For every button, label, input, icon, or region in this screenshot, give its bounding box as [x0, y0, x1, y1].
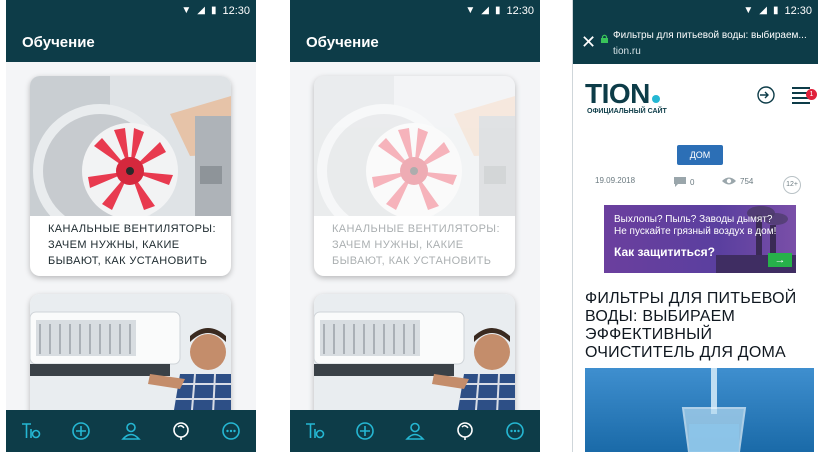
browser-page-title: Фильтры для питьевой воды: выбираем... [613, 30, 807, 41]
nav-products-button[interactable] [300, 416, 330, 446]
add-icon [356, 422, 374, 440]
nav-more-button[interactable] [216, 416, 246, 446]
status-bar: ▼ ◢ ▮ 12:30 [573, 0, 818, 22]
article-card[interactable] [30, 294, 231, 424]
wifi-icon: ▼ [181, 5, 192, 16]
article-card[interactable] [314, 294, 515, 424]
browser-screen: ▼ ◢ ▮ 12:30 ✕ Фильтры для питьевой воды:… [572, 0, 818, 452]
banner-cta: Как защититься? [614, 245, 715, 259]
air-conditioner-image [314, 294, 515, 424]
wifi-icon: ▼ [743, 5, 754, 16]
views-text: 754 [740, 176, 754, 186]
battery-icon: ▮ [210, 5, 217, 16]
signal-icon: ◢ [759, 5, 767, 16]
products-icon [306, 423, 325, 439]
article-title: ФИЛЬТРЫ ДЛЯ ПИТЬЕВОЙ ВОДЫ: ВЫБИРАЕМ ЭФФЕ… [585, 290, 797, 361]
banner-text: Выхлопы? Пыль? Заводы дымят? Не пускайте … [614, 214, 777, 237]
nav-tips-button[interactable] [166, 416, 196, 446]
age-rating-text: 12+ [783, 176, 801, 194]
card-title: КАНАЛЬНЫЕ ВЕНТИЛЯТОРЫ: ЗАЧЕМ НУЖНЫ, КАКИ… [48, 223, 216, 267]
air-conditioner-image [30, 294, 231, 424]
more-icon [506, 422, 524, 440]
app-screen-1: ▼ ◢ ▮ 12:30 Обучение КАНАЛЬНЫЕ ВЕНТИЛЯТО… [6, 0, 256, 452]
wifi-icon: ▼ [465, 5, 476, 16]
status-time: 12:30 [222, 5, 250, 17]
water-glass-image [585, 368, 814, 452]
nav-add-button[interactable] [66, 416, 96, 446]
bottom-navigation [290, 410, 540, 452]
more-icon [222, 422, 240, 440]
age-rating: 12+ [783, 176, 801, 194]
nav-add-button[interactable] [350, 416, 380, 446]
article-date: 19.09.2018 [595, 176, 635, 185]
close-icon[interactable]: ✕ [581, 32, 596, 52]
lock-icon [601, 34, 608, 43]
status-time: 12:30 [506, 5, 534, 17]
nav-products-button[interactable] [16, 416, 46, 446]
logo-text: TION [585, 78, 650, 109]
battery-icon: ▮ [772, 5, 779, 16]
page-title: Обучение [22, 33, 95, 51]
bottom-navigation [6, 410, 256, 452]
products-icon [22, 423, 41, 439]
tips-icon [457, 422, 473, 440]
status-bar: ▼ ◢ ▮ 12:30 [6, 0, 256, 22]
app-bar: Обучение [290, 22, 540, 62]
profile-icon [405, 422, 425, 440]
nav-tips-button[interactable] [450, 416, 480, 446]
nav-profile-button[interactable] [116, 416, 146, 446]
browser-url: tion.ru [613, 46, 641, 57]
logo-dot-icon [651, 95, 660, 103]
app-screen-2: ▼ ◢ ▮ 12:30 Обучение КАНАЛЬНЫЕ ВЕНТИЛЯТО… [290, 0, 540, 452]
comments-count[interactable]: 0 [673, 176, 694, 188]
fan-image [30, 76, 231, 216]
profile-icon [121, 422, 141, 440]
article-card[interactable]: КАНАЛЬНЫЕ ВЕНТИЛЯТОРЫ: ЗАЧЕМ НУЖНЫ, КАКИ… [30, 76, 231, 276]
article-list[interactable]: КАНАЛЬНЫЕ ВЕНТИЛЯТОРЫ: ЗАЧЕМ НУЖНЫ, КАКИ… [290, 62, 540, 424]
card-title: КАНАЛЬНЫЕ ВЕНТИЛЯТОРЫ: ЗАЧЕМ НУЖНЫ, КАКИ… [332, 223, 500, 267]
article-list[interactable]: КАНАЛЬНЫЕ ВЕНТИЛЯТОРЫ: ЗАЧЕМ НУЖНЫ, КАКИ… [6, 62, 256, 424]
eye-icon [722, 177, 736, 185]
battery-icon: ▮ [494, 5, 501, 16]
tips-icon [173, 422, 189, 440]
signal-icon: ◢ [481, 5, 489, 16]
views-count: 754 [721, 176, 753, 186]
promo-banner[interactable]: Выхлопы? Пыль? Заводы дымят? Не пускайте … [604, 205, 796, 273]
app-bar: Обучение [6, 22, 256, 62]
signal-icon: ◢ [197, 5, 205, 16]
login-icon[interactable] [756, 85, 776, 105]
banner-arrow-button[interactable]: → [768, 253, 792, 267]
status-time: 12:30 [784, 5, 812, 17]
nav-profile-button[interactable] [400, 416, 430, 446]
browser-toolbar: ✕ Фильтры для питьевой воды: выбираем...… [573, 22, 818, 64]
article-card-pressed[interactable]: КАНАЛЬНЫЕ ВЕНТИЛЯТОРЫ: ЗАЧЕМ НУЖНЫ, КАКИ… [314, 76, 515, 276]
menu-badge: 1 [806, 89, 817, 100]
fan-image [314, 76, 515, 216]
nav-more-button[interactable] [500, 416, 530, 446]
tion-logo[interactable]: TION [585, 78, 660, 110]
page-title: Обучение [306, 33, 379, 51]
comment-icon [674, 177, 686, 187]
category-tag[interactable]: ДОМ [677, 145, 723, 165]
comments-text: 0 [690, 177, 695, 187]
date-text: 19.09.2018 [595, 176, 636, 185]
status-bar: ▼ ◢ ▮ 12:30 [290, 0, 540, 22]
logo-subtitle: ОФИЦИАЛЬНЫЙ САЙТ [587, 108, 667, 115]
add-icon [72, 422, 90, 440]
